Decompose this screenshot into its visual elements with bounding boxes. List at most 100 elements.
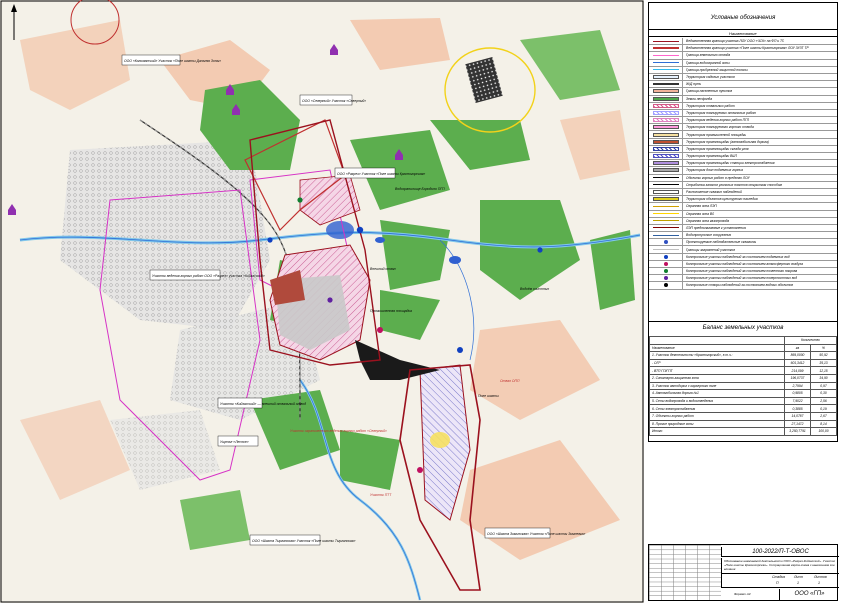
legend-symbol [649,160,683,167]
balance-subheader-cell [649,336,785,345]
company-name: ООО «ГП» [779,589,839,600]
legend-label: Контрольные участки наблюдений за состоя… [686,261,803,266]
balance-subheader-row: Количество [649,336,837,345]
legend-item: Территория промплощадки склада угля [649,145,837,153]
legend-symbol [649,95,683,102]
title-block: 100-2022/П-Т-ОВОС Обоснование намечаемой… [648,544,839,601]
label-ooo-krasnogorsk: ООО «Разрез» Участок «Поле шахты Красног… [337,172,425,176]
legend-item: Территория планируемых отвальных работ [649,109,837,118]
balance-cell: 3. Участок автодорог с карьерного поле [649,381,785,391]
legend-label: Границы загрязнений участков [686,247,735,252]
legend-symbol [649,188,683,196]
legend-item: Граница прибрежной защитной полосы [649,66,837,74]
legend-label: ЛЭП предполагаемые к установлению [686,225,747,230]
legend-symbol [649,153,683,160]
legend-item: Объекты горных работ в пределах ЛОУ [649,174,837,182]
legend-swatch-icon [652,125,679,130]
balance-cell: 7. Объекты горных работ [649,411,785,421]
legend-label: Водопропускные сооружения [686,233,732,238]
legend-symbol [649,253,683,260]
balance-row: 3. Участок автодорог с карьерного поле 2,… [649,381,837,391]
legend-swatch-icon [652,213,679,215]
balance-cell: - ВТП ГП/ГПТ [649,366,785,375]
legend-symbol [649,81,683,88]
label-ploshadka: Промышленная площадка [370,309,412,313]
balance-header-row: Наименование га% [649,343,837,353]
legend-swatch-icon [652,227,679,229]
legend-item: Контрольные участки наблюдений за состоя… [649,275,837,283]
legend-item: Охранная зона ВЛ [649,210,837,218]
legend-swatch-icon [652,118,679,123]
legend-item: Границы загрязнений участков [649,246,837,254]
legend-symbol [649,145,683,152]
legend-label: Ж/Д пути [686,82,702,87]
balance-cell: 34,90 [810,373,837,383]
balance-cell: 100,00 [810,427,837,436]
land-balance-table: Баланс земельных участков Количество Наим… [648,322,838,442]
balance-cell: 8. Прочие природные зоны [649,419,785,429]
label-ooo-tyrganskaya: ООО «Шахта Тырганская» Участок «Поле шах… [252,539,356,543]
legend-item: Контрольные участки наблюдений за состоя… [649,253,837,261]
legend-header: Наименование [649,29,837,37]
legend-panel: Условные обозначения Наименование Ведомс… [648,2,838,322]
balance-cell: Итого [649,427,785,436]
balance-title: Баланс земельных участков [702,325,784,331]
legend-symbol [649,138,683,145]
stage-label: Стадия [772,575,786,579]
legend-label: Граница прибрежной защитной полосы [686,67,748,72]
sheets-value: 1 [818,581,820,585]
legend-label: Территория длин подземных горных [686,168,744,173]
balance-cell: 0,97 [810,381,837,391]
label-ooo-severny: ООО «Северный» Участок «Северный» [302,99,366,103]
legend-symbol [649,66,683,73]
legend-item: Территория промышленной площадки [649,131,837,139]
legend-swatch-icon [652,83,679,86]
legend-swatch-icon [652,47,679,50]
title-block-grid [649,545,721,600]
legend-symbol [649,239,683,246]
balance-cell: 2. Санитарно-защитная зона [649,373,785,383]
label-ooo-kolyvan: ООО «Колыванский» Участок «Поле шахты Да… [124,59,221,63]
legend-swatch-icon [652,110,679,115]
balance-cell: 0,3885 [784,404,811,413]
legend-item: Водопропускные сооружения [649,232,837,240]
legend-symbol [649,282,683,289]
legend-swatch-icon [652,146,679,151]
legend-label: Контрольные участки наблюдений за состоя… [686,276,798,281]
legend-swatch-icon [652,154,679,159]
balance-row: - ВТП ГП/ГПТ 214,099 12,15 [649,366,837,375]
legend-symbol [649,117,683,124]
legend-item: Граница населенных пунктов [649,88,837,96]
legend-item: Территория объектов культурного наследия [649,196,837,204]
legend-item: Контрольные участки наблюдений за состоя… [649,268,837,276]
legend-label: Земли лесфонда [686,96,713,101]
legend-label: Территория отвальных работ [686,103,735,108]
legend-label: Территория промплощадки склада угля [686,146,749,151]
balance-cell: 196,0737 [784,373,811,383]
balance-row: 7. Объекты горных работ 14,0787 2,67 [649,411,837,421]
balance-cell: 869,0000 [784,351,811,360]
legend-symbol [649,232,683,239]
balance-cell: - ОГР [649,358,785,368]
balance-row: 2. Санитарно-защитная зона 196,0737 34,90 [649,373,837,383]
legend-item: Граница водоохранной зоны [649,59,837,67]
legend-swatch-icon [652,190,679,195]
balance-cell: 27,1472 [784,419,811,429]
legend-item: Отработка запасов угольных пластов откры… [649,181,837,189]
legend-item: Проектируемые наблюдательные скважины [649,239,837,247]
balance-header-cell: Наименование [649,343,785,353]
label-nasyp: Поле шахты [478,394,499,398]
balance-cell: 0,30 [810,389,837,398]
legend-symbol [649,217,683,224]
label-zasyp: Отвал ОПП [500,379,520,383]
legend-symbol [649,124,683,131]
legend-item: Территория промплощадки (автомобильная д… [649,138,837,146]
balance-cell: 7,9022 [784,396,811,406]
legend-swatch-icon [652,62,679,64]
label-vodoem: Водоём очистных [520,287,549,291]
balance-cell: 8,14 [810,419,837,429]
balance-row: 5. Сети водопровода и водоотведения 7,902… [649,396,837,406]
legend-swatch-icon [652,177,679,179]
legend-swatch-icon [652,220,679,222]
legend-symbol [649,275,683,282]
